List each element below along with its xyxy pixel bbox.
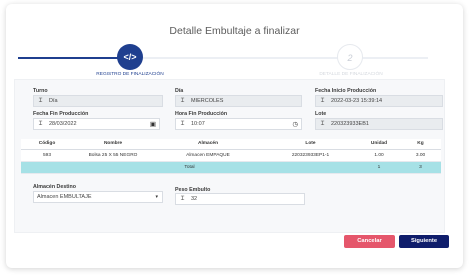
calendar-icon[interactable]: ▣ bbox=[150, 119, 156, 129]
almacen-destino-value: Almacen EMBULTAJE bbox=[37, 194, 92, 200]
col-lote: Lote bbox=[263, 139, 358, 150]
col-kg: Kg bbox=[400, 139, 441, 150]
cancel-button[interactable]: Cancelar bbox=[344, 235, 395, 248]
almacen-destino-select[interactable]: Almacen EMBULTAJE ▾ bbox=[33, 191, 163, 203]
cell-nombre: Bolsa 25 X 55 NEGRO bbox=[73, 149, 153, 162]
table-header-row: Código Nombre Almacén Lote Unidad Kg bbox=[21, 139, 441, 150]
dialog-title: Detalle Embultaje a finalizar bbox=[169, 25, 300, 37]
cell-lote: 220323933EP1-1 bbox=[263, 149, 358, 162]
cell-unidad: 1.00 bbox=[358, 149, 400, 162]
turno-label: Turno bbox=[33, 88, 48, 94]
total-kg: 3 bbox=[400, 161, 441, 174]
step-1-label: REGISTRO DE FINALIZACIÓN bbox=[96, 72, 164, 77]
hora-fin-value: 10:07 bbox=[191, 121, 205, 127]
text-cursor-icon: Ɪ bbox=[180, 120, 185, 127]
step-1-code-icon[interactable]: </> bbox=[117, 44, 143, 70]
table-row[interactable]: 593 Bolsa 25 X 55 NEGRO Almacen EMPAQUE … bbox=[21, 149, 441, 162]
peso-embulto-input[interactable]: Ɪ 32 bbox=[175, 193, 305, 205]
dia-field: Ɪ MIERCOLES bbox=[175, 95, 302, 107]
col-almacen: Almacén bbox=[153, 139, 263, 150]
lote-field: Ɪ 220323933EB1 bbox=[315, 118, 443, 130]
cell-almacen: Almacen EMPAQUE bbox=[153, 149, 263, 162]
text-cursor-icon: Ɪ bbox=[320, 97, 325, 104]
detail-table: Código Nombre Almacén Lote Unidad Kg 593… bbox=[21, 139, 441, 174]
next-button[interactable]: Siguiente bbox=[399, 235, 449, 248]
text-cursor-icon: Ɪ bbox=[38, 97, 43, 104]
col-codigo: Código bbox=[21, 139, 73, 150]
stepper: </> REGISTRO DE FINALIZACIÓN 2 DETALLE D… bbox=[6, 42, 463, 82]
table-total-row: Total 1 3 bbox=[21, 161, 441, 174]
text-cursor-icon: Ɪ bbox=[180, 195, 185, 202]
step-2-label: DETALLE DE FINALIZACIÓN bbox=[319, 72, 383, 77]
peso-embulto-value: 32 bbox=[191, 196, 198, 202]
dia-value: MIERCOLES bbox=[191, 98, 224, 104]
fecha-fin-label: Fecha Fin Producción bbox=[33, 111, 89, 117]
fecha-inicio-label: Fecha Inicio Producción bbox=[315, 88, 377, 94]
col-nombre: Nombre bbox=[73, 139, 153, 150]
total-label: Total bbox=[21, 161, 358, 174]
cell-codigo: 593 bbox=[21, 149, 73, 162]
turno-field: Ɪ Día bbox=[33, 95, 163, 107]
almacen-destino-label: Almacén Destino bbox=[33, 184, 76, 190]
turno-value: Día bbox=[49, 98, 58, 104]
cell-kg: 3.00 bbox=[400, 149, 441, 162]
fecha-inicio-value: 2022-03-23 15:39:14 bbox=[331, 98, 383, 104]
text-cursor-icon: Ɪ bbox=[38, 120, 43, 127]
text-cursor-icon: Ɪ bbox=[180, 97, 185, 104]
col-unidad: Unidad bbox=[358, 139, 400, 150]
fecha-fin-input[interactable]: Ɪ 28/03/2022 ▣ bbox=[33, 118, 160, 130]
hora-fin-label: Hora Fin Producción bbox=[175, 111, 228, 117]
step-2-circle[interactable]: 2 bbox=[337, 44, 363, 70]
chevron-down-icon: ▾ bbox=[155, 194, 158, 200]
stepper-remaining-line bbox=[130, 57, 428, 59]
app-frame: Detalle Embultaje a finalizar </> REGIST… bbox=[0, 0, 469, 275]
lote-label: Lote bbox=[315, 111, 327, 117]
hora-fin-input[interactable]: Ɪ 10:07 ◷ bbox=[175, 118, 302, 130]
fecha-inicio-field: Ɪ 2022-03-23 15:39:14 bbox=[315, 95, 443, 107]
total-unidad: 1 bbox=[358, 161, 400, 174]
clock-icon[interactable]: ◷ bbox=[292, 119, 298, 129]
text-cursor-icon: Ɪ bbox=[320, 120, 325, 127]
dia-label: Día bbox=[175, 88, 184, 94]
stepper-progress-line bbox=[18, 57, 130, 59]
lote-value: 220323933EB1 bbox=[331, 121, 369, 127]
fecha-fin-value: 28/03/2022 bbox=[49, 121, 77, 127]
